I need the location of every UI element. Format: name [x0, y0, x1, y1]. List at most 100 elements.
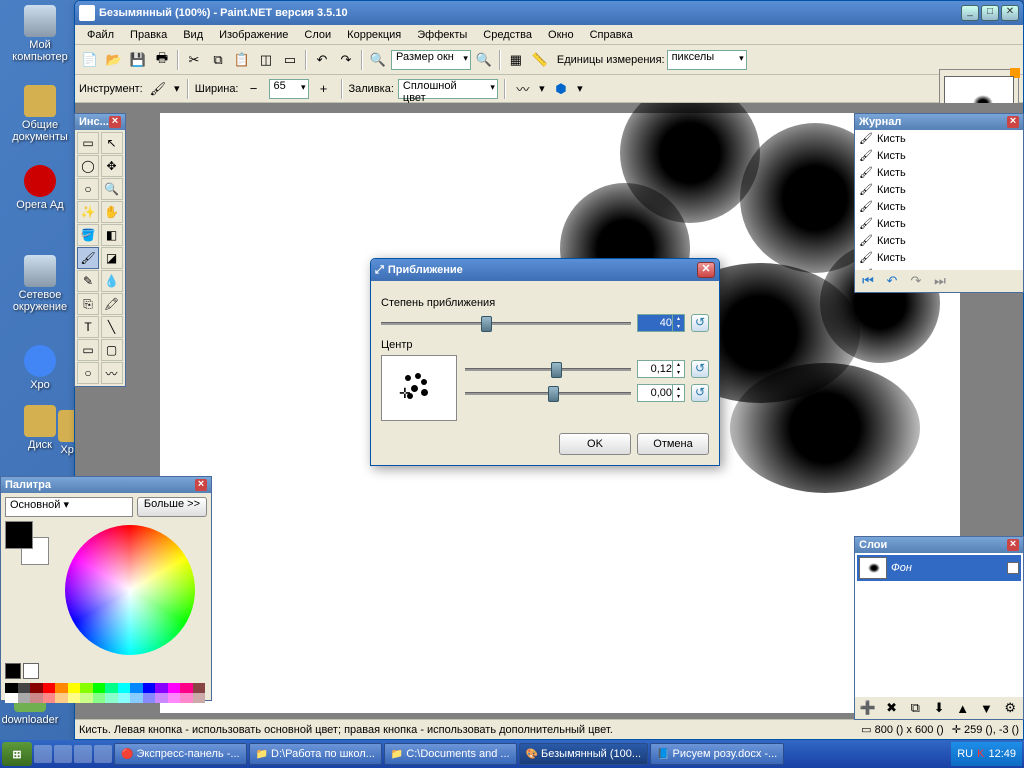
new-button[interactable]: 📄 [79, 49, 101, 71]
zoom-select[interactable]: Размер окн [391, 50, 471, 70]
tool-eraser[interactable]: ◪ [101, 247, 123, 269]
undo-button[interactable]: ↶ [311, 49, 333, 71]
cancel-button[interactable]: Отмена [637, 433, 709, 455]
color-swatches[interactable] [5, 521, 49, 565]
layer-delete-icon[interactable]: ✖ [881, 697, 903, 719]
tool-move[interactable]: ↖ [101, 132, 123, 154]
history-item[interactable]: 🖌 Кисть [855, 130, 1023, 147]
center-x-slider[interactable] [465, 359, 631, 379]
center-y-input[interactable]: 0,00 [637, 384, 685, 402]
layer-add-icon[interactable]: ➕ [857, 697, 879, 719]
layer-up-icon[interactable]: ▲ [952, 697, 974, 719]
tray-antivirus-icon[interactable]: K [977, 748, 984, 760]
tool-line[interactable]: ╲ [101, 316, 123, 338]
cut-button[interactable]: ✂ [183, 49, 205, 71]
center-x-input[interactable]: 0,12 [637, 360, 685, 378]
desktop-icon-network[interactable]: Сетевое окружение [10, 255, 70, 313]
tool-ellipse[interactable]: ○ [77, 362, 99, 384]
taskbar-item-active[interactable]: 🎨 Безымянный (100... [519, 743, 648, 765]
zoom-in-button[interactable]: 🔍 [473, 49, 495, 71]
dialog-preview[interactable]: ✛ [381, 355, 457, 421]
save-button[interactable]: 💾 [127, 49, 149, 71]
menu-window[interactable]: Окно [540, 27, 582, 43]
tool-round-rect[interactable]: ▢ [101, 339, 123, 361]
history-item[interactable]: 🖌 Кисть [855, 232, 1023, 249]
quicklaunch-icon[interactable] [54, 745, 72, 763]
width-plus[interactable]: + [313, 78, 335, 100]
tool-move-sel[interactable]: ✥ [101, 155, 123, 177]
layer-visible-checkbox[interactable]: ✓ [1007, 562, 1019, 574]
history-redo-icon[interactable]: ↷ [905, 270, 927, 292]
palette-black[interactable] [5, 663, 21, 679]
layer-props-icon[interactable]: ⚙ [999, 697, 1021, 719]
tool-bucket[interactable]: 🪣 [77, 224, 99, 246]
tool-text[interactable]: T [77, 316, 99, 338]
desktop-icon-opera[interactable]: Opera Ад [10, 165, 70, 211]
menu-layers[interactable]: Слои [296, 27, 339, 43]
close-button[interactable]: ✕ [1001, 5, 1019, 21]
copy-button[interactable]: ⧉ [207, 49, 229, 71]
tool-ellipse-sel[interactable]: ○ [77, 178, 99, 200]
tool-wand[interactable]: ✨ [77, 201, 99, 223]
minimize-button[interactable]: _ [961, 5, 979, 21]
history-list[interactable]: 🖌 Кисть 🖌 Кисть 🖌 Кисть 🖌 Кисть 🖌 Кисть … [855, 130, 1023, 270]
tool-rect[interactable]: ▭ [77, 339, 99, 361]
menu-image[interactable]: Изображение [211, 27, 296, 43]
colors-close-icon[interactable]: × [195, 479, 207, 491]
menu-adjust[interactable]: Коррекция [339, 27, 409, 43]
tool-brush[interactable]: 🖌 [77, 247, 99, 269]
instrument-icon[interactable]: 🖌 [147, 78, 169, 100]
units-select[interactable]: пикселы [667, 50, 747, 70]
tool-pencil[interactable]: ✎ [77, 270, 99, 292]
crop-button[interactable]: ◫ [255, 49, 277, 71]
color-more-button[interactable]: Больше >> [137, 497, 207, 517]
width-value[interactable]: 65 [269, 79, 309, 99]
history-item[interactable]: 🖌 Кисть [855, 249, 1023, 266]
grid-button[interactable]: ▦ [505, 49, 527, 71]
desktop-icon-computer[interactable]: Мой компьютер [10, 5, 70, 63]
system-tray[interactable]: RU K 12:49 [951, 742, 1022, 766]
zoom-reset-button[interactable]: ↺ [691, 314, 709, 332]
menu-view[interactable]: Вид [175, 27, 211, 43]
titlebar[interactable]: Безымянный (100%) - Paint.NET версия 3.5… [75, 1, 1023, 25]
tool-rect-select[interactable]: ▭ [77, 132, 99, 154]
zoom-value-input[interactable]: 40 [637, 314, 685, 332]
layers-close-icon[interactable]: × [1007, 539, 1019, 551]
deselect-button[interactable]: ▭ [279, 49, 301, 71]
history-item[interactable]: 🖌 Кисть [855, 147, 1023, 164]
history-item[interactable]: 🖌 Кисть [855, 198, 1023, 215]
menu-tools[interactable]: Средства [475, 27, 540, 43]
center-y-slider[interactable] [465, 383, 631, 403]
taskbar-item[interactable]: 📘 Рисуем розу.docx -... [650, 743, 784, 765]
taskbar-item[interactable]: 📁 C:\Documents and ... [384, 743, 517, 765]
history-item[interactable]: 🖌 Кисть [855, 181, 1023, 198]
history-item[interactable]: 🖌 Кисть [855, 164, 1023, 181]
menu-help[interactable]: Справка [582, 27, 641, 43]
tool-lasso[interactable]: ◯ [77, 155, 99, 177]
dialog-close-button[interactable]: ✕ [697, 262, 715, 278]
tool-picker[interactable]: 💧 [101, 270, 123, 292]
history-forward-icon[interactable]: ⏭ [929, 270, 951, 292]
palette-strip[interactable] [5, 683, 205, 703]
tray-clock[interactable]: 12:49 [988, 748, 1016, 760]
color-mode-select[interactable]: Основной ▾ [5, 497, 133, 517]
tray-lang[interactable]: RU [957, 748, 973, 760]
menu-effects[interactable]: Эффекты [409, 27, 475, 43]
paste-button[interactable]: 📋 [231, 49, 253, 71]
print-button[interactable]: 🖶 [151, 49, 173, 71]
center-x-reset-button[interactable]: ↺ [691, 360, 709, 378]
tool-zoom[interactable]: 🔍 [101, 178, 123, 200]
history-undo-icon[interactable]: ↶ [881, 270, 903, 292]
blend-button[interactable]: ⬢ [550, 78, 572, 100]
layer-merge-icon[interactable]: ⬇ [928, 697, 950, 719]
redo-button[interactable]: ↷ [335, 49, 357, 71]
taskbar-item[interactable]: 🔴 Экспресс-панель -... [114, 743, 247, 765]
color-wheel[interactable] [65, 525, 195, 655]
fill-select[interactable]: Сплошной цвет [398, 79, 498, 99]
maximize-button[interactable]: □ [981, 5, 999, 21]
zoom-out-button[interactable]: 🔍 [367, 49, 389, 71]
primary-color[interactable] [5, 521, 33, 549]
tool-clone[interactable]: ⎘ [77, 293, 99, 315]
ruler-button[interactable]: 📏 [529, 49, 551, 71]
desktop-icon-docs[interactable]: Общие документы [10, 85, 70, 143]
